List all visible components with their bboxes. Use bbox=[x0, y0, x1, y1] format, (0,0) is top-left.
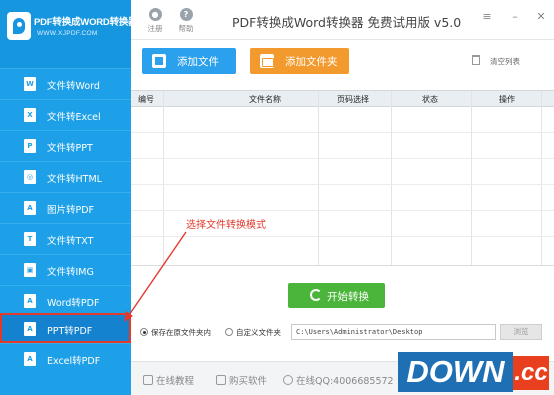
sidebar-item-label: 文件转PPT bbox=[47, 143, 93, 154]
row-divider bbox=[131, 236, 554, 237]
refresh-icon bbox=[310, 289, 322, 301]
row-divider bbox=[131, 132, 554, 133]
clear-list-label: 清空列表 bbox=[490, 57, 520, 66]
globe-icon: ◎ bbox=[24, 170, 36, 184]
file-icon bbox=[152, 54, 166, 68]
title-bar: ● 注册 ? 帮助 PDF转换成Word转换器 免费试用版 v5.0 ≡ – ✕ bbox=[131, 0, 554, 40]
word-icon: W bbox=[24, 77, 36, 91]
column-divider bbox=[318, 91, 319, 266]
add-file-button[interactable]: 添加文件 bbox=[142, 48, 236, 74]
divider bbox=[131, 265, 554, 266]
user-icon: ● bbox=[148, 8, 162, 21]
buy-software-link[interactable]: 购买软件 bbox=[216, 373, 267, 387]
watermark-part2: .cc bbox=[513, 356, 549, 390]
app-logo: PDF转换成WORD转换器 WWW.XJPDF.COM bbox=[0, 0, 138, 68]
annotation-text: 选择文件转换模式 bbox=[186, 220, 266, 231]
logo-url: WWW.XJPDF.COM bbox=[37, 30, 98, 37]
help-button[interactable]: ? 帮助 bbox=[174, 8, 198, 34]
register-label: 注册 bbox=[147, 24, 163, 33]
yen-icon bbox=[216, 375, 226, 385]
radio-save-original-folder[interactable] bbox=[140, 328, 148, 336]
watermark-logo: DOWN .cc bbox=[398, 352, 549, 392]
pdf-icon: A bbox=[24, 322, 36, 336]
sidebar-item-file-to-img[interactable]: ▣ 文件转IMG bbox=[0, 254, 131, 285]
pdf-icon: A bbox=[24, 352, 36, 366]
sidebar-item-label: 图片转PDF bbox=[47, 205, 95, 216]
sidebar-item-file-to-txt[interactable]: T 文件转TXT bbox=[0, 223, 131, 254]
column-divider bbox=[541, 91, 542, 266]
row-divider bbox=[131, 210, 554, 211]
online-tutorial-link[interactable]: 在线教程 bbox=[143, 373, 194, 387]
column-header-index: 编号 bbox=[138, 95, 154, 104]
sidebar-item-label: Word转PDF bbox=[47, 298, 100, 309]
excel-icon: X bbox=[24, 108, 36, 122]
image-icon: ▣ bbox=[24, 263, 36, 277]
sidebar-item-file-to-html[interactable]: ◎ 文件转HTML bbox=[0, 161, 131, 192]
column-header-action: 操作 bbox=[499, 95, 515, 104]
register-button[interactable]: ● 注册 bbox=[143, 8, 167, 34]
sidebar-item-file-to-ppt[interactable]: P 文件转PPT bbox=[0, 130, 131, 161]
trash-icon bbox=[472, 55, 480, 65]
pdf-icon: A bbox=[24, 201, 36, 215]
book-icon bbox=[143, 375, 153, 385]
menu-icon[interactable]: ≡ bbox=[479, 10, 495, 24]
browse-button[interactable]: 浏览 bbox=[500, 324, 542, 340]
sidebar-item-ppt-to-pdf[interactable]: A PPT转PDF bbox=[0, 313, 131, 343]
column-header-pages: 页码选择 bbox=[337, 95, 369, 104]
sidebar-item-excel-to-pdf[interactable]: A Excel转PDF bbox=[0, 343, 131, 374]
column-header-filename: 文件名称 bbox=[249, 95, 281, 104]
sidebar-item-label: 文件转TXT bbox=[47, 236, 94, 247]
output-path-field[interactable]: C:\Users\Administrator\Desktop bbox=[291, 324, 496, 340]
radio-custom-folder[interactable] bbox=[225, 328, 233, 336]
help-label: 帮助 bbox=[178, 24, 194, 33]
add-folder-label: 添加文件夹 bbox=[285, 56, 338, 68]
pdf-icon: A bbox=[24, 294, 36, 308]
sidebar: PDF转换成WORD转换器 WWW.XJPDF.COM W 文件转Word X … bbox=[0, 0, 138, 395]
watermark-part1: DOWN bbox=[398, 352, 513, 392]
buy-software-label: 购买软件 bbox=[229, 376, 268, 387]
column-divider bbox=[391, 91, 392, 266]
txt-icon: T bbox=[24, 232, 36, 246]
logo-icon bbox=[7, 12, 31, 40]
sidebar-item-word-to-pdf[interactable]: A Word转PDF bbox=[0, 285, 131, 316]
row-divider bbox=[131, 184, 554, 185]
online-qq-label: 在线QQ:4006685572 bbox=[296, 376, 394, 387]
radio-custom-folder-label: 自定义文件夹 bbox=[236, 328, 281, 337]
close-icon[interactable]: ✕ bbox=[533, 10, 549, 24]
start-convert-button[interactable]: 开始转换 bbox=[288, 283, 385, 308]
sidebar-item-file-to-word[interactable]: W 文件转Word bbox=[0, 68, 131, 99]
column-header-status: 状态 bbox=[422, 95, 438, 104]
sidebar-item-image-to-pdf[interactable]: A 图片转PDF bbox=[0, 192, 131, 223]
ppt-icon: P bbox=[24, 139, 36, 153]
sidebar-item-label: 文件转Excel bbox=[47, 112, 101, 123]
file-table: 编号 文件名称 页码选择 状态 操作 bbox=[131, 90, 554, 266]
sidebar-item-label: 文件转HTML bbox=[47, 174, 102, 185]
folder-icon bbox=[260, 54, 274, 68]
minimize-icon[interactable]: – bbox=[507, 10, 523, 24]
add-folder-button[interactable]: 添加文件夹 bbox=[250, 48, 349, 74]
add-file-label: 添加文件 bbox=[177, 56, 219, 68]
table-header: 编号 文件名称 页码选择 状态 操作 bbox=[131, 91, 554, 107]
online-tutorial-label: 在线教程 bbox=[156, 376, 195, 387]
help-icon: ? bbox=[179, 8, 193, 21]
start-convert-label: 开始转换 bbox=[327, 291, 369, 303]
radio-save-original-label: 保存在原文件夹内 bbox=[151, 328, 211, 337]
qq-icon bbox=[283, 375, 293, 385]
window-title: PDF转换成Word转换器 免费试用版 v5.0 bbox=[232, 15, 462, 30]
sidebar-item-label: PPT转PDF bbox=[47, 326, 93, 337]
sidebar-item-label: 文件转IMG bbox=[47, 267, 94, 278]
sidebar-item-label: Excel转PDF bbox=[47, 356, 101, 367]
logo-title: PDF转换成WORD转换器 bbox=[34, 17, 138, 28]
sidebar-item-label: 文件转Word bbox=[47, 81, 100, 92]
row-divider bbox=[131, 158, 554, 159]
column-divider bbox=[471, 91, 472, 266]
online-qq-link[interactable]: 在线QQ:4006685572 bbox=[283, 373, 394, 387]
sidebar-item-file-to-excel[interactable]: X 文件转Excel bbox=[0, 99, 131, 130]
column-divider bbox=[163, 91, 164, 266]
